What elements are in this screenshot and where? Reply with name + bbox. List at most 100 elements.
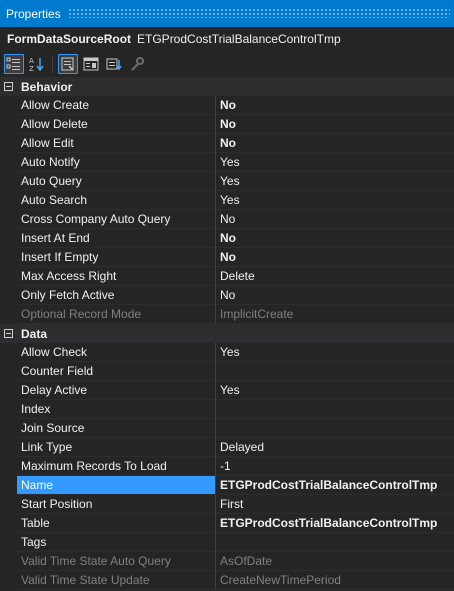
property-name[interactable]: Insert At End [17, 229, 215, 248]
property-value[interactable]: -1 [215, 457, 454, 476]
row-gutter [0, 172, 17, 191]
property-name[interactable]: Optional Record Mode [17, 305, 215, 324]
property-name[interactable]: Allow Check [17, 343, 215, 362]
row-gutter [0, 248, 17, 267]
property-name[interactable]: Allow Edit [17, 134, 215, 153]
property-name[interactable]: Valid Time State Auto Query [17, 552, 215, 571]
property-name[interactable]: Index [17, 400, 215, 419]
property-name[interactable]: Cross Company Auto Query [17, 210, 215, 229]
property-row-link-type[interactable]: Link Type Delayed [0, 438, 454, 457]
property-value: ImplicitCreate [215, 305, 454, 324]
property-value[interactable]: Yes [215, 191, 454, 210]
property-row-allow-delete[interactable]: Allow Delete No [0, 115, 454, 134]
property-row-join-source[interactable]: Join Source [0, 419, 454, 438]
property-value[interactable]: No [215, 115, 454, 134]
property-row-insert-at-end[interactable]: Insert At End No [0, 229, 454, 248]
drag-grip[interactable] [68, 8, 450, 18]
property-value[interactable]: First [215, 495, 454, 514]
property-value[interactable]: ETGProdCostTrialBalanceControlTmp [215, 514, 454, 533]
property-row-auto-query[interactable]: Auto Query Yes [0, 172, 454, 191]
property-value[interactable] [215, 400, 454, 419]
property-value[interactable]: Yes [215, 172, 454, 191]
property-row-cross-company-auto-query[interactable]: Cross Company Auto Query No [0, 210, 454, 229]
categorized-button[interactable] [4, 54, 24, 74]
property-value[interactable] [215, 419, 454, 438]
property-name[interactable]: Auto Search [17, 191, 215, 210]
property-value: CreateNewTimePeriod [215, 571, 454, 590]
property-row-name[interactable]: Name ETGProdCostTrialBalanceControlTmp [0, 476, 454, 495]
property-value[interactable]: No [215, 134, 454, 153]
property-value[interactable]: Delete [215, 267, 454, 286]
property-name[interactable]: Name [17, 476, 215, 495]
category-data[interactable]: Data [0, 324, 454, 343]
row-gutter [0, 438, 17, 457]
window-title: Properties [6, 6, 61, 21]
property-row-start-position[interactable]: Start Position First [0, 495, 454, 514]
svg-text:A: A [29, 57, 34, 65]
property-name[interactable]: Only Fetch Active [17, 286, 215, 305]
collapse-icon[interactable] [0, 324, 17, 343]
property-name[interactable]: Allow Delete [17, 115, 215, 134]
events-icon [83, 57, 99, 71]
property-value[interactable]: Yes [215, 381, 454, 400]
events-button[interactable] [81, 54, 101, 74]
category-label: Data [21, 326, 48, 341]
property-row-insert-if-empty[interactable]: Insert If Empty No [0, 248, 454, 267]
property-row-allow-create[interactable]: Allow Create No [0, 96, 454, 115]
svg-text:Z: Z [29, 65, 34, 72]
property-name[interactable]: Maximum Records To Load [17, 457, 215, 476]
property-row-delay-active[interactable]: Delay Active Yes [0, 381, 454, 400]
row-gutter [0, 514, 17, 533]
property-name[interactable]: Auto Notify [17, 153, 215, 172]
property-value[interactable]: No [215, 210, 454, 229]
property-row-auto-notify[interactable]: Auto Notify Yes [0, 153, 454, 172]
row-gutter [0, 191, 17, 210]
properties-title-bar[interactable]: Properties [0, 0, 454, 27]
property-name[interactable]: Allow Create [17, 96, 215, 115]
property-value[interactable]: No [215, 96, 454, 115]
property-row-allow-check[interactable]: Allow Check Yes [0, 343, 454, 362]
property-row-allow-edit[interactable]: Allow Edit No [0, 134, 454, 153]
property-name[interactable]: Delay Active [17, 381, 215, 400]
property-row-auto-search[interactable]: Auto Search Yes [0, 191, 454, 210]
property-row-optional-record-mode[interactable]: Optional Record Mode ImplicitCreate [0, 305, 454, 324]
property-row-only-fetch-active[interactable]: Only Fetch Active No [0, 286, 454, 305]
property-name[interactable]: Table [17, 514, 215, 533]
collapse-icon[interactable] [0, 77, 17, 96]
property-name[interactable]: Valid Time State Update [17, 571, 215, 590]
property-row-table[interactable]: Table ETGProdCostTrialBalanceControlTmp [0, 514, 454, 533]
property-name[interactable]: Insert If Empty [17, 248, 215, 267]
property-row-valid-time-state-auto-query[interactable]: Valid Time State Auto Query AsOfDate [0, 552, 454, 571]
object-selector[interactable]: FormDataSourceRoot ETGProdCostTrialBalan… [0, 27, 454, 51]
row-gutter [0, 115, 17, 134]
property-value[interactable]: Delayed [215, 438, 454, 457]
property-value[interactable]: No [215, 229, 454, 248]
property-value[interactable]: No [215, 248, 454, 267]
property-row-index[interactable]: Index [0, 400, 454, 419]
property-row-tags[interactable]: Tags [0, 533, 454, 552]
property-value[interactable]: ETGProdCostTrialBalanceControlTmp [215, 476, 454, 495]
properties-button[interactable] [58, 54, 78, 74]
row-gutter [0, 476, 17, 495]
property-name[interactable]: Counter Field [17, 362, 215, 381]
property-name[interactable]: Auto Query [17, 172, 215, 191]
property-row-maximum-records-to-load[interactable]: Maximum Records To Load -1 [0, 457, 454, 476]
property-row-valid-time-state-update[interactable]: Valid Time State Update CreateNewTimePeri… [0, 571, 454, 590]
property-name[interactable]: Max Access Right [17, 267, 215, 286]
property-row-max-access-right[interactable]: Max Access Right Delete [0, 267, 454, 286]
property-value[interactable]: Yes [215, 153, 454, 172]
property-pages-button[interactable] [104, 54, 124, 74]
property-name[interactable]: Join Source [17, 419, 215, 438]
alphabetical-button[interactable]: A Z [27, 54, 47, 74]
row-gutter [0, 552, 17, 571]
property-row-counter-field[interactable]: Counter Field [0, 362, 454, 381]
property-value[interactable]: No [215, 286, 454, 305]
property-value[interactable]: Yes [215, 343, 454, 362]
property-name[interactable]: Link Type [17, 438, 215, 457]
property-value[interactable] [215, 362, 454, 381]
property-name[interactable]: Tags [17, 533, 215, 552]
category-behavior[interactable]: Behavior [0, 77, 454, 96]
property-value[interactable] [215, 533, 454, 552]
wrench-button[interactable] [127, 54, 147, 74]
property-name[interactable]: Start Position [17, 495, 215, 514]
